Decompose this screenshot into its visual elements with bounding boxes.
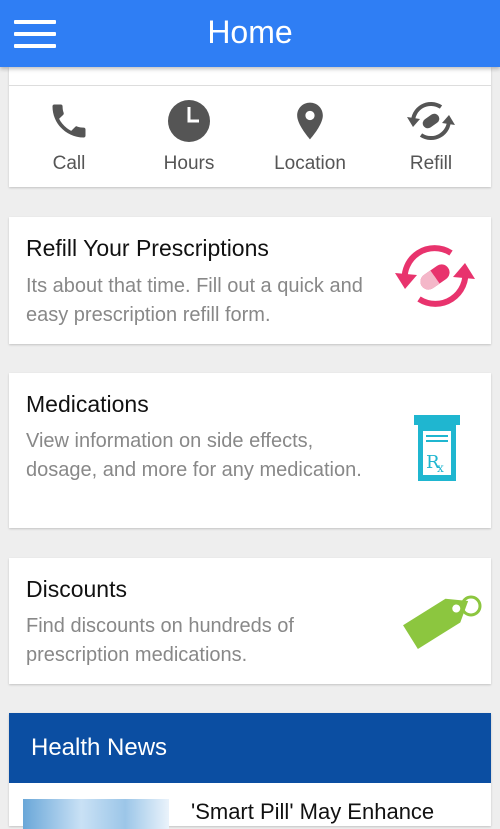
refill-icon bbox=[407, 101, 455, 141]
discounts-card[interactable]: Discounts Find discounts on hundreds of … bbox=[9, 558, 491, 684]
app-bar: Home bbox=[0, 0, 500, 67]
svg-text:x: x bbox=[437, 461, 444, 475]
discount-tag-icon bbox=[403, 595, 482, 649]
location-label: Location bbox=[274, 153, 346, 174]
hours-label: Hours bbox=[163, 153, 215, 174]
refill-prescriptions-card[interactable]: Refill Your Prescriptions Its about that… bbox=[9, 217, 491, 344]
call-label: Call bbox=[52, 153, 86, 174]
divider bbox=[9, 85, 491, 86]
hours-button[interactable]: Hours bbox=[129, 99, 249, 175]
prescription-bottle-icon: R x bbox=[414, 415, 460, 481]
card-title: Discounts bbox=[26, 576, 127, 602]
clock-icon bbox=[168, 100, 210, 142]
call-button[interactable]: Call bbox=[9, 99, 129, 175]
news-thumbnail[interactable] bbox=[23, 799, 169, 829]
location-pin-icon bbox=[297, 102, 323, 140]
health-news-card: Health News 'Smart Pill' May Enhance bbox=[9, 713, 491, 829]
card-title: Medications bbox=[26, 391, 149, 417]
card-description: Find discounts on hundreds of prescripti… bbox=[26, 615, 294, 666]
page-title: Home bbox=[207, 14, 293, 50]
phone-icon bbox=[52, 104, 86, 138]
card-title: Refill Your Prescriptions bbox=[26, 235, 269, 261]
quick-actions-card: Call Hours Location Refill bbox=[9, 67, 491, 187]
medications-card[interactable]: Medications View information on side eff… bbox=[9, 373, 491, 528]
refill-label: Refill bbox=[409, 153, 453, 174]
card-description: Its about that time. Fill out a quick an… bbox=[26, 275, 363, 326]
refill-button[interactable]: Refill bbox=[371, 99, 491, 175]
news-headline[interactable]: 'Smart Pill' May Enhance bbox=[191, 799, 434, 825]
refill-pill-icon bbox=[395, 245, 475, 307]
health-news-heading: Health News bbox=[9, 713, 491, 783]
card-description: View information on side effects, dosage… bbox=[26, 430, 362, 481]
location-button[interactable]: Location bbox=[250, 99, 370, 175]
